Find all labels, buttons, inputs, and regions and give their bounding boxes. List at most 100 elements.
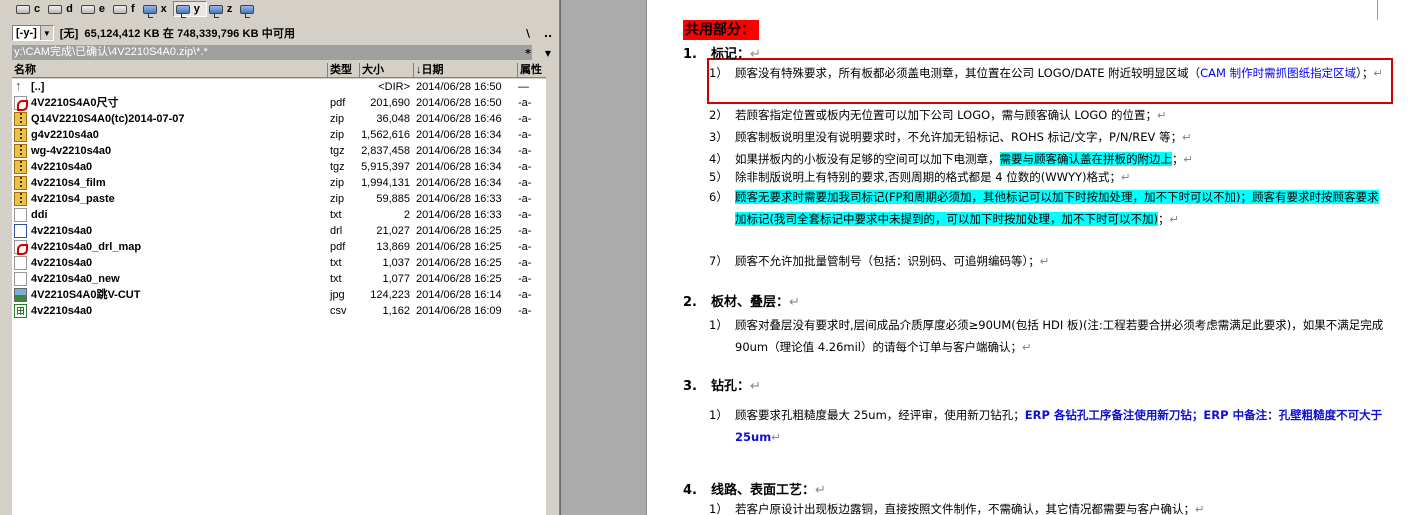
- highlighted-text: 顾客无要求时需要加我司标记(FP和周期必须加，其他标记可以加下时按加处理，加不下…: [735, 190, 1379, 226]
- paragraph-mark-icon: ↵: [789, 295, 800, 310]
- file-row[interactable]: [..] <DIR> 2014/06/28 16:50 —: [12, 79, 546, 95]
- root-dir-button[interactable]: \: [520, 25, 536, 41]
- file-row[interactable]: 4v2210s4a0 txt 1,037 2014/06/28 16:25 -a-: [12, 255, 546, 271]
- parent-dir-button[interactable]: ..: [540, 25, 556, 41]
- file-attr: —: [518, 81, 529, 93]
- zip-file-icon: [14, 112, 27, 126]
- file-row[interactable]: 4v2210s4a0 tgz 5,915,397 2014/06/28 16:34 -a…: [12, 159, 546, 175]
- item-number: 6）: [709, 190, 728, 204]
- zip-file-icon: [14, 128, 27, 142]
- drive-letter: e: [98, 3, 105, 15]
- file-attr: -a-: [518, 273, 532, 285]
- file-row[interactable]: 4V2210S4A0跳V-CUT jpg 124,223 2014/06/28 16:…: [12, 287, 546, 303]
- file-name: 4v2210s4a0: [31, 257, 93, 269]
- drive-button-y[interactable]: y: [172, 1, 207, 18]
- paragraph-mark-icon: ↵: [750, 47, 761, 62]
- drive-combo[interactable]: [-y-] ▼: [12, 25, 54, 41]
- file-attr: -a-: [518, 177, 532, 189]
- drive-button-d[interactable]: d: [46, 1, 79, 17]
- drive-button-c[interactable]: c: [14, 1, 46, 17]
- paragraph-mark-icon: ↵: [771, 430, 781, 444]
- section-number: 2.: [683, 295, 697, 310]
- column-date[interactable]: ↓日期: [414, 63, 518, 78]
- column-ext[interactable]: 类型: [328, 63, 360, 78]
- network-drive-icon: [175, 4, 190, 18]
- column-size[interactable]: 大小: [360, 63, 414, 78]
- file-ext: txt: [330, 257, 342, 269]
- file-ext: drl: [330, 225, 343, 237]
- drive-button-x[interactable]: x: [141, 1, 173, 18]
- item-number: 1）: [709, 66, 728, 80]
- item-number: 2）: [709, 108, 728, 122]
- file-size: 36,048: [376, 113, 410, 125]
- file-size: 1,994,131: [361, 177, 410, 189]
- item-text: 顾客制板说明里没有说明要求时，不允许加无铅标记、ROHS 标记/文字，P/N/R…: [735, 130, 1183, 144]
- file-date: 2014/06/28 16:34: [416, 177, 502, 189]
- file-name-cell: 4v2210s4_paste: [12, 191, 328, 207]
- file-date: 2014/06/28 16:14: [416, 289, 502, 301]
- network-neighborhood-button[interactable]: [238, 1, 264, 18]
- file-size: 21,027: [376, 225, 410, 237]
- file-date: 2014/06/28 16:50: [416, 81, 502, 93]
- file-ext: pdf: [330, 241, 346, 253]
- file-row[interactable]: 4v2210s4a0_drl_map pdf 13,869 2014/06/28 16…: [12, 239, 546, 255]
- item-text: 若顾客指定位置或板内无位置可以加下公司 LOGO，需与顾客确认 LOGO 的位置…: [735, 108, 1157, 122]
- file-row[interactable]: ddi txt 2 2014/06/28 16:33 -a-: [12, 207, 546, 223]
- column-name[interactable]: 名称: [12, 63, 328, 78]
- item-text: 顾客不允许加批量管制号（包括：识别码、可追朔编码等）；: [735, 254, 1040, 268]
- file-date: 2014/06/28 16:33: [416, 193, 502, 205]
- file-row[interactable]: wg-4v2210s4a0 tgz 2,837,458 2014/06/28 16:3…: [12, 143, 546, 159]
- network-neighborhood-icon: [240, 4, 255, 18]
- item-number: 1）: [709, 502, 728, 515]
- file-attr: -a-: [518, 113, 532, 125]
- file-row[interactable]: 4V2210S4A0尺寸 pdf 201,690 2014/06/28 16:50 -a…: [12, 95, 546, 111]
- drive-button-e[interactable]: e: [79, 1, 111, 17]
- item-text: 顾客要求孔粗糙度最大 25um，经评审，使用新刀钻孔；: [735, 408, 1025, 422]
- drive-button-f[interactable]: f: [111, 1, 141, 17]
- file-name-cell: 4V2210S4A0尺寸: [12, 95, 328, 111]
- file-ext: csv: [330, 305, 347, 317]
- file-date: 2014/06/28 16:50: [416, 97, 502, 109]
- drive-button-z[interactable]: z: [207, 1, 239, 18]
- file-row[interactable]: g4v2210s4a0 zip 1,562,616 2014/06/28 16:34 -…: [12, 127, 546, 143]
- file-ext: zip: [330, 129, 345, 141]
- file-attr: -a-: [518, 97, 532, 109]
- item-number: 1）: [709, 318, 728, 332]
- file-ext: tgz: [330, 145, 345, 157]
- file-name: 4V2210S4A0跳V-CUT: [31, 289, 141, 301]
- file-name: 4v2210s4a0_new: [31, 273, 120, 285]
- pane-divider[interactable]: [560, 0, 646, 515]
- file-size: <DIR>: [378, 81, 410, 93]
- item-number: 5）: [709, 170, 728, 184]
- file-name: 4v2210s4a0_drl_map: [31, 241, 142, 253]
- txt-file-icon: [14, 272, 27, 286]
- file-row[interactable]: 4v2210s4_film zip 1,994,131 2014/06/28 16:3…: [12, 175, 546, 191]
- file-row[interactable]: 4v2210s4a0 drl 21,027 2014/06/28 16:25 -a-: [12, 223, 546, 239]
- item-text: 顾客没有特殊要求，所有板都必须盖电测章，其位置在公司 LOGO/DATE 附近较…: [735, 66, 1201, 80]
- file-name: 4v2210s4_film: [31, 177, 106, 189]
- file-row[interactable]: 4v2210s4a0_new txt 1,077 2014/06/28 16:25 -a…: [12, 271, 546, 287]
- file-attr: -a-: [518, 257, 532, 269]
- file-row[interactable]: Q14V2210S4A0(tc)2014-07-07 zip 36,048 2014/…: [12, 111, 546, 127]
- paragraph-mark-icon: ↵: [1121, 170, 1131, 184]
- section-number: 3.: [683, 379, 697, 394]
- drive-letter: y: [193, 3, 200, 15]
- file-name-cell: 4v2210s4_film: [12, 175, 328, 191]
- section-number: 1.: [683, 47, 697, 62]
- paragraph-mark-icon: ↵: [1157, 108, 1167, 122]
- file-name-cell: 4v2210s4a0: [12, 223, 328, 239]
- file-row[interactable]: 4v2210s4a0 csv 1,162 2014/06/28 16:09 -a-: [12, 303, 546, 319]
- item-text: ；: [1172, 152, 1184, 166]
- filter-button[interactable]: *: [520, 45, 536, 61]
- file-size: 1,162: [382, 305, 410, 317]
- history-dropdown-icon[interactable]: ▼: [540, 45, 556, 61]
- zip-file-icon: [14, 176, 27, 190]
- file-name-cell: g4v2210s4a0: [12, 127, 328, 143]
- chevron-down-icon[interactable]: ▼: [39, 26, 53, 40]
- file-name: 4v2210s4a0: [31, 225, 93, 237]
- file-row[interactable]: 4v2210s4_paste zip 59,885 2014/06/28 16:33 -…: [12, 191, 546, 207]
- pdf-file-icon: [14, 96, 28, 111]
- file-attr: -a-: [518, 209, 532, 221]
- file-list: [..] <DIR> 2014/06/28 16:50 — 4V2210S4A0尺寸 pd…: [12, 79, 546, 515]
- column-attr[interactable]: 属性: [518, 63, 546, 78]
